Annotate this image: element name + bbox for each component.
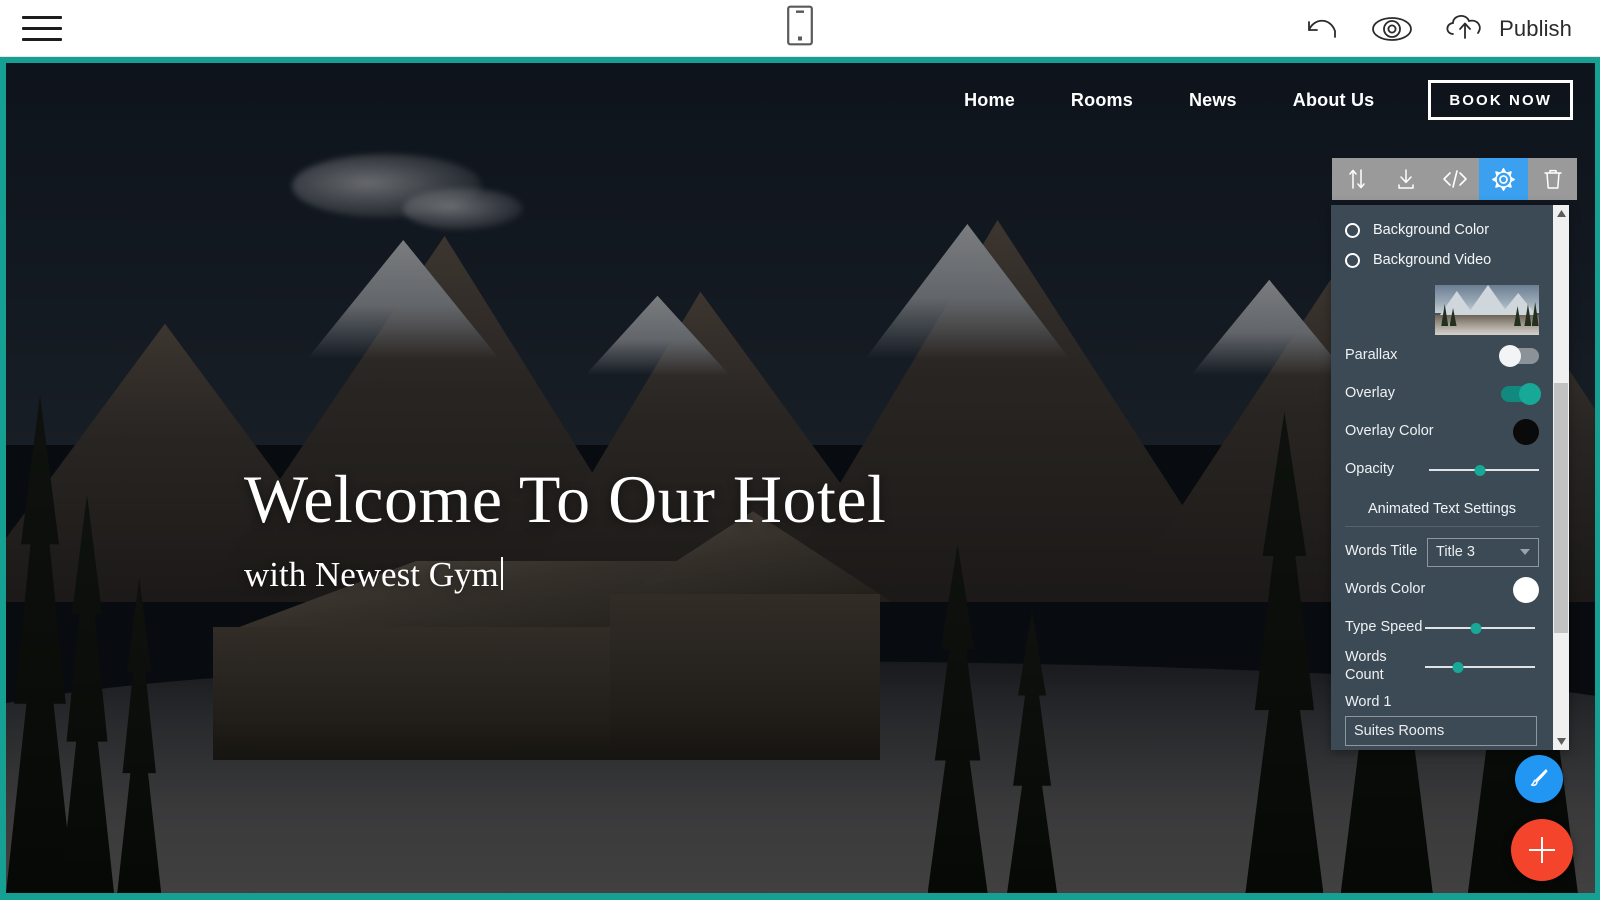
animated-text-settings-heading: Animated Text Settings — [1345, 501, 1539, 527]
radio-circle-icon — [1345, 252, 1360, 268]
nav-link-rooms[interactable]: Rooms — [1071, 90, 1133, 111]
parallax-label: Parallax — [1345, 347, 1398, 364]
site-navbar: Home Rooms News About Us BOOK NOW — [6, 63, 1595, 137]
slider-knob[interactable] — [1470, 623, 1482, 634]
setting-parallax: Parallax — [1345, 339, 1539, 373]
words-color-label: Words Color — [1345, 581, 1426, 598]
code-editor-icon[interactable] — [1430, 158, 1479, 200]
overlay-toggle[interactable] — [1501, 383, 1541, 405]
chevron-down-icon — [1520, 549, 1530, 555]
setting-words-title: Words Title Title 3 — [1345, 535, 1539, 569]
nav-link-news[interactable]: News — [1189, 90, 1237, 111]
undo-arrow-icon[interactable] — [1302, 14, 1342, 44]
site-viewport: Home Rooms News About Us BOOK NOW Welcom… — [6, 63, 1595, 893]
eye-preview-icon[interactable] — [1370, 14, 1414, 44]
top-app-bar: Publish — [0, 0, 1600, 57]
overlay-label: Overlay — [1345, 385, 1395, 402]
hamburger-menu-icon[interactable] — [22, 8, 66, 48]
words-count-slider[interactable] — [1425, 660, 1535, 674]
preview-canvas-frame: Home Rooms News About Us BOOK NOW Welcom… — [0, 57, 1600, 900]
setting-words-count: Words Count — [1345, 649, 1539, 684]
toggle-knob — [1499, 345, 1521, 367]
nav-link-home[interactable]: Home — [964, 90, 1015, 111]
settings-scroll-area: Background Color Background Video Parall… — [1331, 205, 1553, 750]
hamburger-bar — [22, 26, 62, 30]
radio-background-color-label: Background Color — [1373, 222, 1490, 238]
block-settings-panel: Background Color Background Video Parall… — [1331, 205, 1569, 750]
setting-type-speed: Type Speed — [1345, 611, 1539, 645]
slider-knob[interactable] — [1452, 661, 1464, 673]
hero-subtitle-row[interactable]: with Newest Gym — [244, 553, 886, 595]
typing-caret — [500, 557, 503, 591]
scrollbar-thumb[interactable] — [1554, 383, 1568, 633]
hero-title[interactable]: Welcome To Our Hotel — [244, 463, 886, 535]
word-1-input[interactable] — [1345, 716, 1537, 747]
hero-text-block[interactable]: Welcome To Our Hotel with Newest Gym — [244, 463, 886, 595]
download-icon[interactable] — [1381, 158, 1430, 200]
radio-background-video[interactable]: Background Video — [1345, 245, 1539, 275]
gear-settings-icon[interactable] — [1479, 158, 1528, 200]
mobile-device-preview-icon[interactable] — [787, 5, 813, 51]
background-image-thumb-row — [1345, 285, 1539, 335]
style-paintbrush-fab[interactable] — [1515, 755, 1563, 803]
setting-opacity: Opacity — [1345, 453, 1539, 487]
hero-subtitle[interactable]: with Newest Gym — [244, 555, 499, 595]
words-count-label: Words Count — [1345, 649, 1387, 683]
nav-link-about-us[interactable]: About Us — [1293, 90, 1375, 111]
radio-background-video-label: Background Video — [1373, 252, 1492, 268]
move-block-icon[interactable] — [1332, 158, 1381, 200]
setting-words-color: Words Color — [1345, 573, 1539, 607]
hamburger-bar — [22, 37, 62, 41]
type-speed-label: Type Speed — [1345, 619, 1423, 636]
paintbrush-style-icon — [1527, 765, 1551, 794]
words-title-value: Title 3 — [1436, 544, 1475, 560]
setting-overlay: Overlay — [1345, 377, 1541, 411]
book-now-button[interactable]: BOOK NOW — [1428, 80, 1573, 120]
overlay-color-label: Overlay Color — [1345, 423, 1434, 440]
words-title-select[interactable]: Title 3 — [1427, 537, 1539, 567]
trash-delete-icon[interactable] — [1528, 158, 1577, 200]
cloud-upload-icon — [1442, 10, 1488, 47]
block-toolbar — [1332, 158, 1577, 200]
opacity-label: Opacity — [1345, 461, 1395, 478]
settings-panel-scrollbar[interactable] — [1553, 205, 1569, 750]
slider-track — [1425, 665, 1535, 668]
setting-overlay-color: Overlay Color — [1345, 415, 1539, 449]
scroll-down-arrow-icon[interactable] — [1553, 733, 1569, 750]
scroll-up-arrow-icon[interactable] — [1553, 205, 1569, 222]
toggle-knob — [1519, 383, 1541, 405]
background-image-thumbnail[interactable] — [1435, 285, 1539, 335]
slider-knob[interactable] — [1474, 465, 1486, 476]
type-speed-slider[interactable] — [1425, 621, 1535, 635]
overlay-color-swatch[interactable] — [1513, 419, 1539, 445]
word-1-label: Word 1 — [1345, 694, 1392, 711]
radio-circle-icon — [1345, 222, 1360, 238]
publish-button[interactable]: Publish — [1442, 10, 1572, 47]
words-title-label: Words Title — [1345, 543, 1418, 560]
publish-label: Publish — [1499, 15, 1572, 41]
setting-word-1: Word 1 — [1345, 694, 1539, 747]
words-color-swatch[interactable] — [1513, 577, 1539, 603]
add-block-fab[interactable] — [1511, 819, 1573, 881]
hamburger-bar — [22, 15, 62, 19]
radio-background-color[interactable]: Background Color — [1345, 215, 1539, 245]
plus-vertical-bar — [1541, 837, 1543, 863]
parallax-toggle[interactable] — [1499, 345, 1539, 367]
app-bar-actions: Publish — [1302, 0, 1572, 57]
opacity-slider[interactable] — [1429, 463, 1539, 477]
